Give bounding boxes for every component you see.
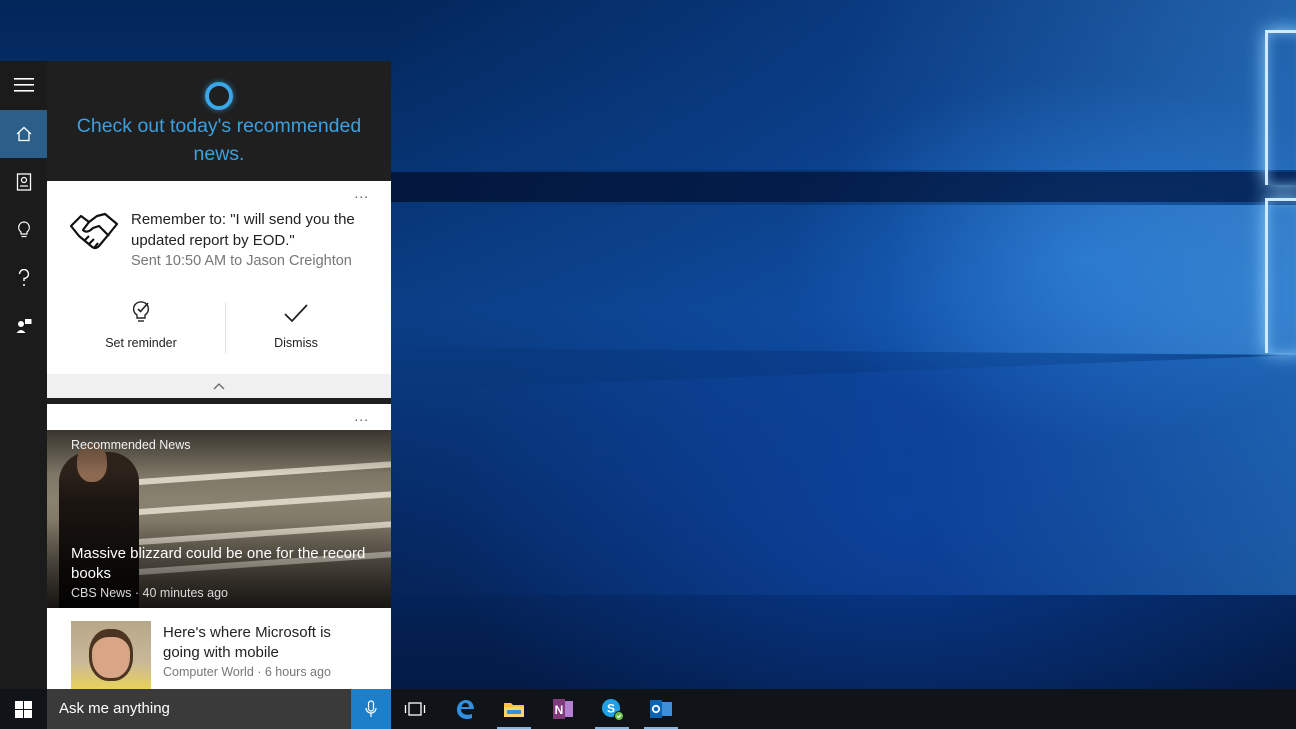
chevron-up-icon [213,382,225,389]
news-item-meta: Computer World · 6 hours ago [163,665,331,679]
cortana-greeting: Check out today's recommended news. [76,115,362,165]
news-thumbnail [71,621,151,689]
reminder-more-button[interactable]: ... [354,185,369,201]
rail-home-button[interactable] [0,110,47,158]
lightbulb-check-icon [132,301,150,322]
news-section-label: Recommended News [71,438,191,452]
onenote-icon: N [553,699,573,719]
wallpaper-light-band [390,355,1296,595]
file-explorer-button[interactable] [491,689,537,729]
folder-icon [504,703,524,717]
notebook-icon [16,173,31,191]
svg-text:S: S [607,702,615,716]
dismiss-button[interactable]: Dismiss [210,298,382,358]
thumbnail-face [89,629,133,681]
cortana-ring-icon [205,82,233,110]
svg-text:N: N [555,703,564,717]
rail-feedback-button[interactable] [0,302,47,350]
home-icon [16,126,31,142]
news-list-item[interactable]: Here's where Microsoft is going with mob… [47,608,391,689]
news-item-headline: Here's where Microsoft is going with mob… [163,624,331,661]
feedback-icon [16,319,31,333]
set-reminder-button[interactable]: Set reminder [55,298,227,358]
hero-headline: Massive blizzard could be one for the re… [71,545,366,582]
outlook-button[interactable] [638,689,684,729]
skype-icon: S [602,699,624,721]
windows-logo-icon [15,700,32,718]
dismiss-label: Dismiss [274,336,318,350]
task-view-icon [404,702,426,716]
lightbulb-icon [17,221,30,238]
hero-meta: CBS News · 40 minutes ago [71,586,229,600]
taskbar: Ask me anything N S [0,689,1296,729]
microphone-button[interactable] [351,689,391,729]
wallpaper-dark-bar [390,172,1296,202]
reminder-card: ... Remember to: "I will send you the up… [47,181,391,398]
cortana-search-box[interactable]: Ask me anything [47,689,391,729]
news-hero-story[interactable]: Recommended News Massive blizzard could … [47,430,391,608]
set-reminder-label: Set reminder [105,336,177,350]
cortana-rail [0,61,47,689]
cortana-content: Check out today's recommended news. ... … [47,61,391,689]
skype-button[interactable]: S [589,689,635,729]
wallpaper-light-band [390,0,1296,170]
wallpaper-window-frame [1265,198,1296,353]
edge-button[interactable] [442,689,488,729]
wallpaper-light-band [390,205,1296,355]
rail-help-button[interactable] [0,254,47,302]
reminder-subtext: Sent 10:50 AM to Jason Creighton [131,253,352,269]
start-button[interactable] [0,689,47,729]
microphone-icon [365,700,377,717]
collapse-card-button[interactable] [47,374,391,398]
outlook-icon [650,700,672,718]
news-card: ... Recommended News Massive blizzard co… [47,404,391,689]
edge-icon [457,700,474,720]
cortana-panel: Check out today's recommended news. ... … [0,61,391,689]
checkmark-icon [284,304,308,323]
rail-reminders-button[interactable] [0,206,47,254]
hamburger-menu-icon [13,78,34,92]
wallpaper-window-frame [1265,30,1296,185]
onenote-button[interactable]: N [540,689,586,729]
question-mark-icon [18,269,29,286]
reminder-text: Remember to: "I will send you the update… [131,211,355,249]
handshake-icon [69,212,119,250]
task-view-button[interactable] [392,689,438,729]
news-more-button[interactable]: ... [354,408,369,424]
hamburger-menu-button[interactable] [0,61,47,109]
rail-notebook-button[interactable] [0,158,47,206]
